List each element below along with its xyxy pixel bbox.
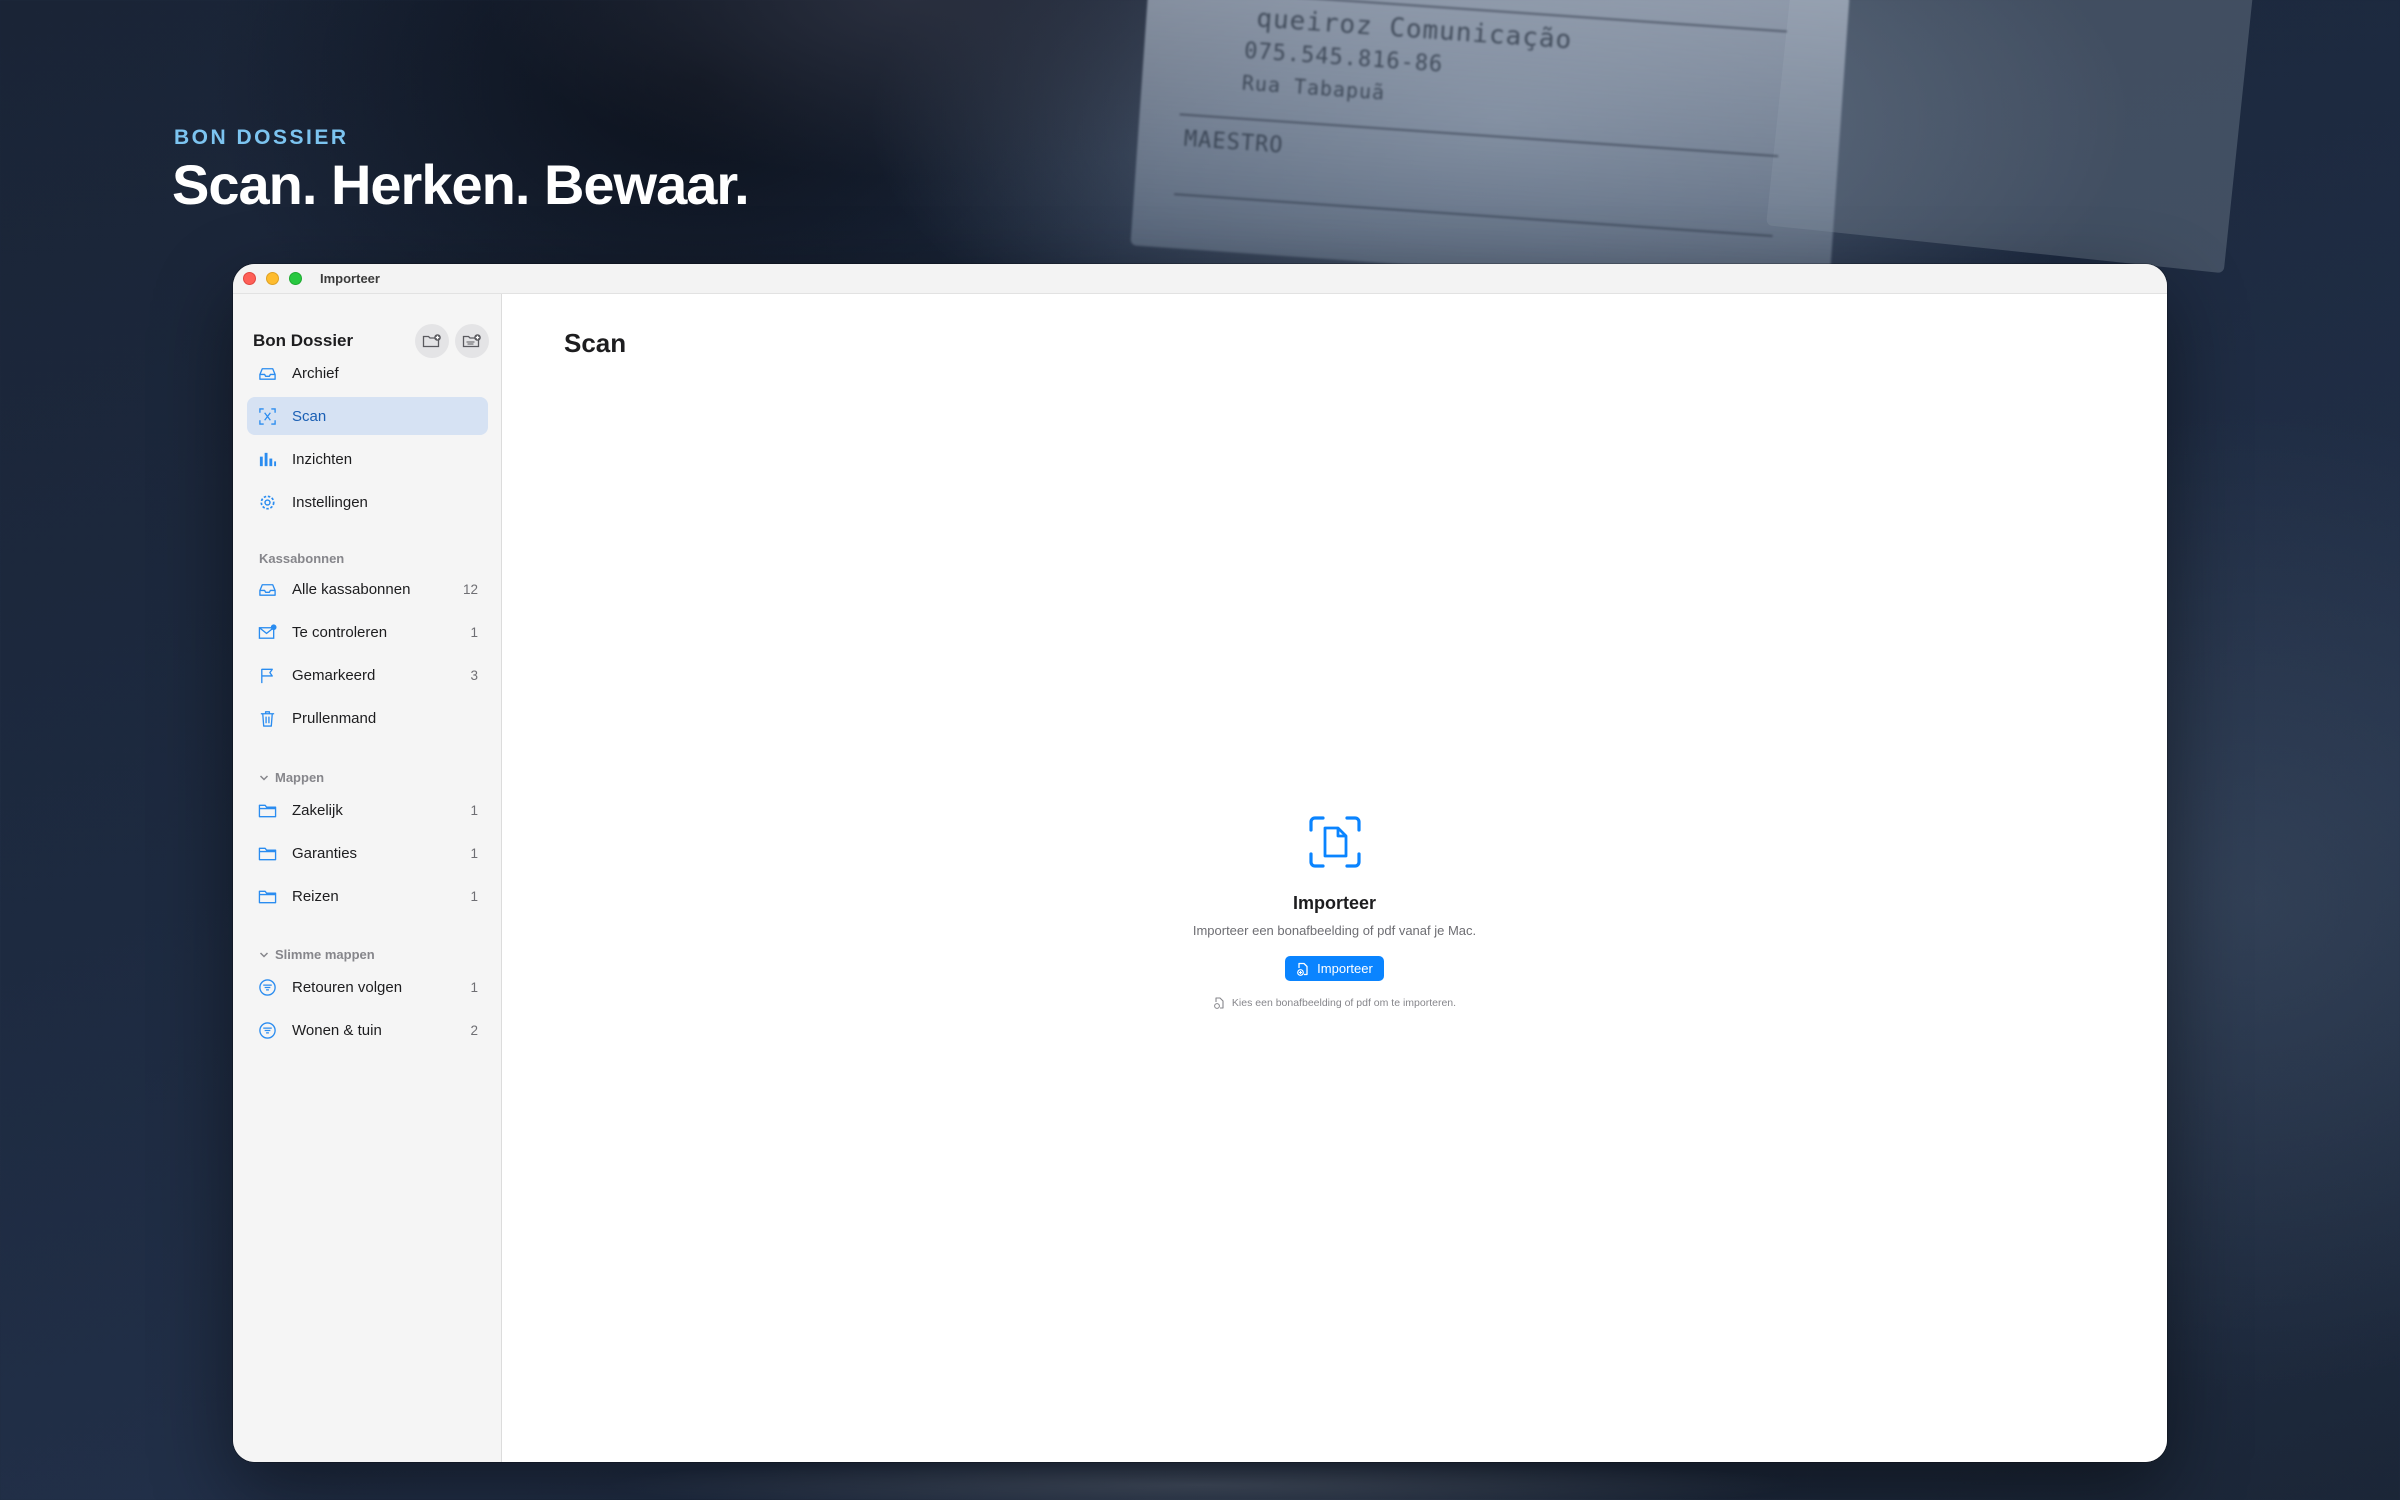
page-title: Scan xyxy=(564,328,627,358)
section-label: Slimme mappen xyxy=(275,947,375,962)
hero-title: Scan. Herken. Bewaar. xyxy=(172,153,750,216)
main-content: Scan Importeer Importeer een bonafbeeldi… xyxy=(502,294,2167,1462)
empty-state-hint: Kies een bonafbeelding of pdf om te impo… xyxy=(1213,997,1456,1009)
sidebar-item-label: Retouren volgen xyxy=(292,978,403,996)
item-count: 1 xyxy=(470,888,478,904)
sidebar-item-zakelijk[interactable]: Zakelijk 1 xyxy=(247,791,488,829)
sidebar-item-label: Reizen xyxy=(292,887,339,905)
folder-add-icon xyxy=(422,334,441,348)
flag-icon xyxy=(257,665,277,685)
sidebar-item-instellingen[interactable]: Instellingen xyxy=(247,483,488,521)
sidebar-item-label: Gemarkeerd xyxy=(292,666,376,684)
app-window: Importeer Bon Dossier Archief Scan Inzic… xyxy=(233,264,2167,1462)
sidebar-item-label: Archief xyxy=(292,364,339,382)
window-title: Importeer xyxy=(320,271,380,286)
document-import-icon xyxy=(1214,997,1224,1009)
chevron-down-icon xyxy=(259,774,269,781)
sidebar-item-inzichten[interactable]: Inzichten xyxy=(247,440,488,478)
background-receipt: queiroz Comunicação 075.545.816-86 Rua T… xyxy=(1130,0,1850,295)
sidebar-item-label: Scan xyxy=(292,407,327,425)
app-name: Bon Dossier xyxy=(253,331,354,350)
sidebar-item-label: Prullenmand xyxy=(292,709,377,727)
sidebar-item-label: Te controleren xyxy=(292,623,388,641)
item-count: 1 xyxy=(470,845,478,861)
sidebar-item-label: Zakelijk xyxy=(292,801,343,819)
folder-icon xyxy=(257,800,277,820)
scan-icon xyxy=(257,406,277,426)
sidebar-item-scan[interactable]: Scan xyxy=(247,397,488,435)
window-controls xyxy=(243,272,302,285)
tray-icon xyxy=(257,363,277,383)
empty-state-subtitle: Importeer een bonafbeelding of pdf vanaf… xyxy=(1192,923,1477,938)
sidebar: Bon Dossier Archief Scan Inzichten Inste… xyxy=(233,294,502,1462)
sidebar-item-archief[interactable]: Archief xyxy=(247,354,488,392)
sidebar-item-label: Inzichten xyxy=(292,450,353,468)
item-count: 3 xyxy=(470,667,478,683)
sidebar-item-label: Instellingen xyxy=(292,493,368,511)
sidebar-item-label: Garanties xyxy=(292,844,358,862)
folder-icon xyxy=(257,843,277,863)
receipt-line: Rua Tabapuã xyxy=(1241,70,1386,105)
sidebar-item-label: Wonen & tuin xyxy=(292,1021,382,1039)
item-count: 1 xyxy=(470,979,478,995)
item-count: 12 xyxy=(462,581,478,597)
envelope-badge-icon xyxy=(257,622,277,642)
section-label: Mappen xyxy=(275,770,325,785)
item-count: 2 xyxy=(470,1022,478,1038)
item-count: 1 xyxy=(470,802,478,818)
zoom-window-button[interactable] xyxy=(289,272,302,285)
chevron-down-icon xyxy=(259,951,269,958)
sidebar-item-wonen-tuin[interactable]: Wonen & tuin 2 xyxy=(247,1011,488,1049)
empty-state: Importeer Importeer een bonafbeelding of… xyxy=(502,814,2167,1009)
section-header-slimme-mappen[interactable]: Slimme mappen xyxy=(259,947,375,962)
folder-icon xyxy=(257,886,277,906)
sidebar-item-alle-kassabonnen[interactable]: Alle kassabonnen 12 xyxy=(247,570,488,608)
chart-icon xyxy=(257,449,277,469)
empty-state-title: Importeer xyxy=(1292,893,1377,913)
new-smart-folder-button[interactable] xyxy=(455,324,489,358)
import-button[interactable]: Importeer xyxy=(1285,956,1384,981)
section-header-kassabonnen: Kassabonnen xyxy=(259,551,345,566)
section-header-mappen[interactable]: Mappen xyxy=(259,770,324,785)
close-window-button[interactable] xyxy=(243,272,256,285)
sidebar-item-label: Alle kassabonnen xyxy=(292,580,411,598)
sidebar-item-garanties[interactable]: Garanties 1 xyxy=(247,834,488,872)
trash-icon xyxy=(257,708,277,728)
sidebar-item-reizen[interactable]: Reizen 1 xyxy=(247,877,488,915)
title-bar: Importeer xyxy=(233,264,2167,294)
filter-icon xyxy=(257,977,277,997)
new-folder-button[interactable] xyxy=(415,324,449,358)
item-count: 1 xyxy=(470,624,478,640)
minimize-window-button[interactable] xyxy=(266,272,279,285)
smart-folder-add-icon xyxy=(462,334,481,348)
filter-icon xyxy=(257,1020,277,1040)
receipt-line: MAESTRO xyxy=(1183,126,1285,159)
hint-text: Kies een bonafbeelding of pdf om te impo… xyxy=(1231,997,1457,1009)
sidebar-item-prullenmand[interactable]: Prullenmand xyxy=(247,699,488,737)
tray-icon xyxy=(257,579,277,599)
import-button-label: Importeer xyxy=(1317,961,1373,976)
gear-icon xyxy=(257,492,277,512)
document-import-icon xyxy=(1297,962,1308,976)
sidebar-item-te-controleren[interactable]: Te controleren 1 xyxy=(247,613,488,651)
hero-eyebrow: BON DOSSIER xyxy=(174,126,349,149)
sidebar-item-gemarkeerd[interactable]: Gemarkeerd 3 xyxy=(247,656,488,694)
sidebar-item-retouren-volgen[interactable]: Retouren volgen 1 xyxy=(247,968,488,1006)
document-scan-icon xyxy=(1307,814,1363,875)
